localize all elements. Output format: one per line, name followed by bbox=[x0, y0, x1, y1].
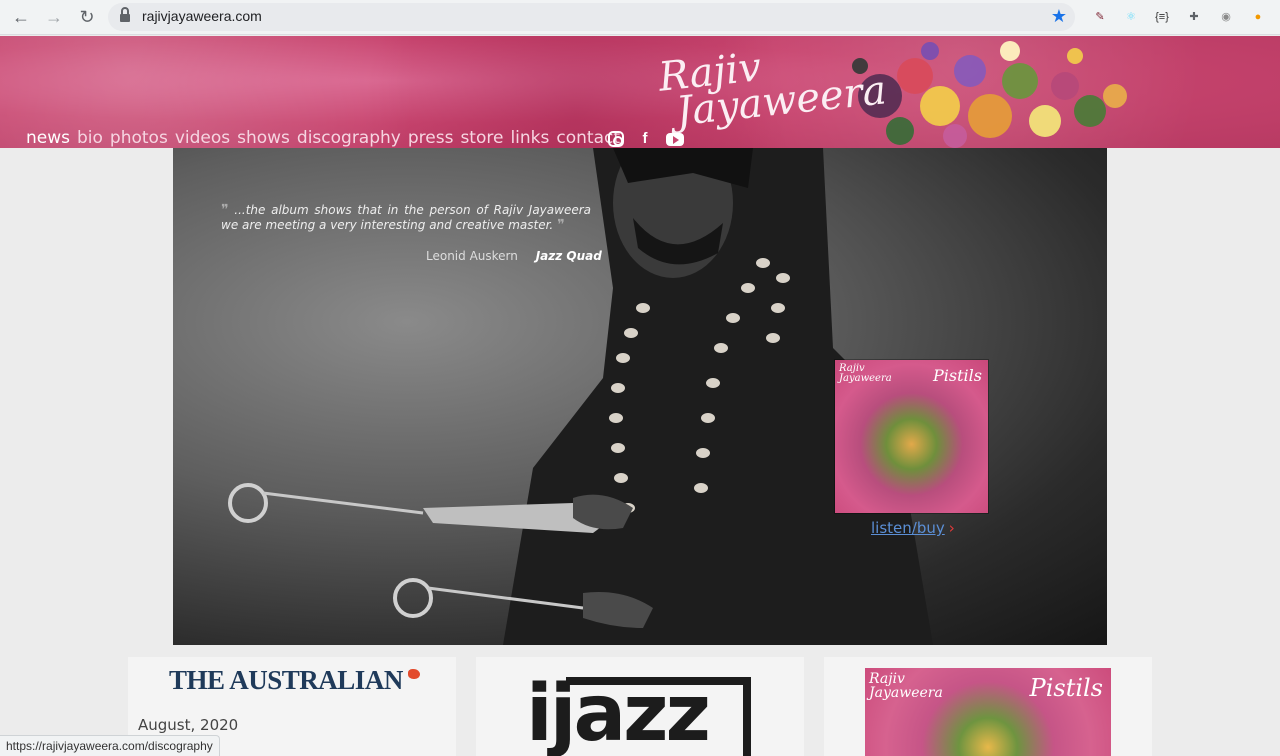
browser-toolbar: ← → ↻ rajivjayaweera.com ★ ✎ ⚛ {≡} ✚ ◉ ● bbox=[0, 0, 1280, 35]
main-navigation: news bio photos videos shows discography press… bbox=[26, 128, 620, 148]
album-artist: Rajiv Jayaweera bbox=[839, 363, 892, 384]
extensions-puzzle-icon[interactable]: ✚ bbox=[1184, 7, 1204, 27]
nav-link-news[interactable]: news bbox=[26, 128, 70, 148]
nav-link-photos[interactable]: photos bbox=[110, 128, 168, 148]
quote-attribution: Leonid Auskern Jazz Quad bbox=[426, 249, 602, 263]
instagram-icon[interactable] bbox=[608, 131, 624, 147]
chevron-right-icon: › bbox=[948, 519, 955, 537]
social-links: f bbox=[608, 131, 684, 147]
album-title: Pistils bbox=[1029, 674, 1103, 702]
lock-icon bbox=[120, 7, 130, 23]
forward-button[interactable]: → bbox=[41, 5, 67, 29]
nav-link-links[interactable]: links bbox=[510, 128, 549, 148]
australia-map-icon bbox=[407, 669, 420, 679]
youtube-icon[interactable] bbox=[666, 133, 684, 146]
back-button[interactable]: ← bbox=[8, 5, 34, 29]
link-status-bar: https://rajivjayaweera.com/discography bbox=[0, 735, 220, 756]
quote-author: Leonid Auskern bbox=[426, 249, 518, 263]
json-viewer-icon[interactable]: {≡} bbox=[1152, 7, 1172, 27]
news-card-pistils[interactable]: Rajiv Jayaweera Pistils bbox=[824, 657, 1152, 756]
bookmark-star-icon[interactable]: ★ bbox=[1051, 6, 1067, 27]
pistils-album-art: Rajiv Jayaweera Pistils bbox=[865, 668, 1111, 756]
ijazz-logo: ijazz bbox=[526, 669, 711, 756]
quote-open-icon: ❞ bbox=[221, 202, 229, 218]
forward-arrow-icon: → bbox=[45, 7, 63, 27]
the-australian-logo: THE AUSTRALIAN bbox=[169, 665, 420, 696]
nav-link-bio[interactable]: bio bbox=[77, 128, 103, 148]
hero-banner: ❞ ...the album shows that in the person … bbox=[173, 148, 1107, 645]
nav-link-press[interactable]: press bbox=[408, 128, 454, 148]
album-cover[interactable]: Rajiv Jayaweera Pistils bbox=[835, 360, 988, 513]
quote-text: ...the album shows that in the person of… bbox=[221, 203, 591, 232]
facebook-icon[interactable]: f bbox=[636, 131, 654, 147]
address-bar[interactable]: rajivjayaweera.com ★ bbox=[108, 3, 1075, 31]
profile-avatar-icon[interactable]: ◉ bbox=[1216, 7, 1236, 27]
reload-button[interactable]: ↻ bbox=[74, 5, 100, 29]
url-text[interactable]: rajivjayaweera.com bbox=[142, 8, 262, 24]
react-devtools-icon[interactable]: ⚛ bbox=[1121, 7, 1141, 27]
nav-link-videos[interactable]: videos bbox=[175, 128, 230, 148]
album-title: Pistils bbox=[933, 366, 982, 385]
update-indicator-icon[interactable]: ● bbox=[1248, 7, 1268, 27]
quote-source: Jazz Quad bbox=[535, 249, 602, 263]
nav-link-discography[interactable]: discography bbox=[297, 128, 401, 148]
listen-buy-link[interactable]: listen/buy › bbox=[871, 519, 955, 537]
site-header: Rajiv Jayaweera news bio photos videos shows… bbox=[0, 36, 1280, 148]
news-card-date: August, 2020 bbox=[138, 716, 239, 734]
album-artist: Rajiv Jayaweera bbox=[869, 671, 943, 701]
back-arrow-icon: ← bbox=[12, 7, 30, 27]
reload-icon: ↻ bbox=[79, 7, 95, 27]
nav-link-store[interactable]: store bbox=[460, 128, 503, 148]
eyedropper-extension-icon[interactable]: ✎ bbox=[1090, 7, 1110, 27]
press-quote: ❞ ...the album shows that in the person … bbox=[221, 203, 591, 233]
news-card-ijazz[interactable]: ijazz bbox=[476, 657, 804, 756]
quote-close-icon: ❞ bbox=[557, 217, 565, 233]
nav-link-shows[interactable]: shows bbox=[237, 128, 290, 148]
